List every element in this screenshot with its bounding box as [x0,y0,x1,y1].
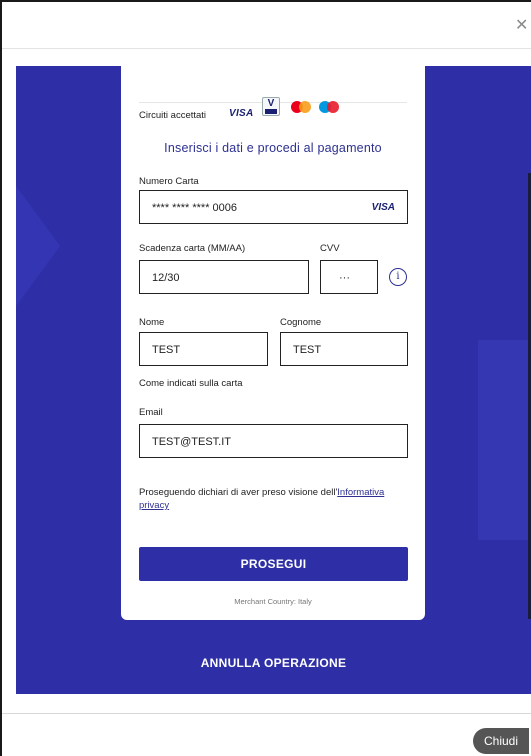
card-brand-visa: VISA [371,202,395,213]
email-value: TEST@TEST.IT [152,436,232,448]
card-number-label: Numero Carta [139,176,199,187]
email-input[interactable]: TEST@TEST.IT [139,424,408,458]
last-name-input[interactable]: TEST [280,332,408,366]
mastercard-logo [291,101,313,113]
expiry-input[interactable]: 12/30 [139,260,309,294]
accepted-circuits-label: Circuiti accettati [139,110,207,121]
expiry-label: Scadenza carta (MM/AA) [139,243,246,254]
cvv-value: ··· [339,272,350,284]
maestro-logo [319,101,341,113]
vpay-logo-text: V [267,98,275,109]
name-hint: Come indicati sulla carta [139,378,243,389]
first-name-value: TEST [152,344,181,356]
decorative-shape-right [478,340,531,540]
first-name-input[interactable]: TEST [139,332,268,366]
header-divider [2,48,531,49]
last-name-value: TEST [293,344,322,356]
chiudi-button[interactable]: Chiudi [473,728,529,754]
cvv-input[interactable]: ··· [320,260,378,294]
info-icon[interactable]: i [389,268,407,286]
email-label: Email [139,407,163,418]
submit-button[interactable]: PROSEGUI [139,547,408,581]
cvv-label: CVV [320,243,340,254]
vpay-logo: V [262,97,280,116]
form-heading: Inserisci i dati e procedi al pagamento [164,141,382,155]
cancel-operation-button[interactable]: ANNULLA OPERAZIONE [16,656,531,670]
visa-logo: VISA [229,108,254,119]
first-name-label: Nome [139,317,165,328]
privacy-text: Proseguendo dichiari di aver preso visio… [139,487,338,498]
card-number-value: **** **** **** 0006 [152,202,238,214]
privacy-notice: Proseguendo dichiari di aver preso visio… [139,486,399,512]
close-icon[interactable]: ✕ [515,16,531,36]
expiry-value: 12/30 [152,272,180,284]
payment-card-form: Circuiti accettati VISA V Inserisci i da… [121,66,425,620]
card-number-input[interactable]: **** **** **** 0006 VISA [139,190,408,224]
decorative-shape-left [16,186,60,306]
merchant-country: Merchant Country: Italy [234,597,312,606]
last-name-label: Cognome [280,317,322,328]
footer-divider [2,713,531,714]
